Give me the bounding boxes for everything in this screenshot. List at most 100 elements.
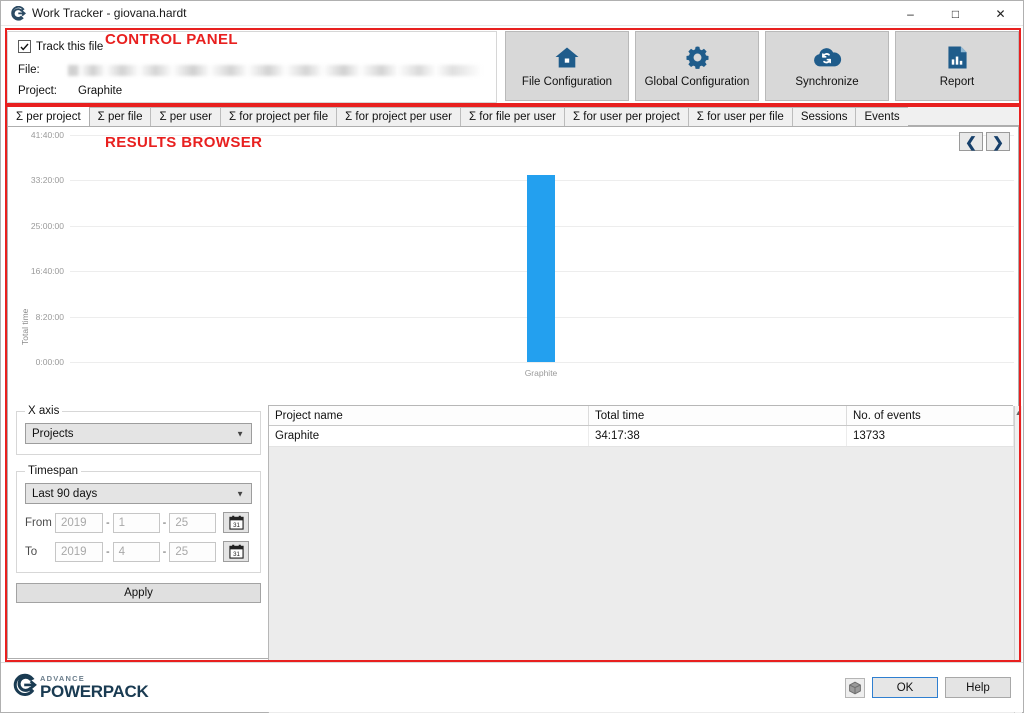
synchronize-button[interactable]: Synchronize [765,31,889,101]
from-date-row: From 2019 - 1 - 25 31 [25,512,252,533]
from-day-input[interactable]: 25 [169,512,217,533]
tab-label: Σ for project per file [228,111,329,123]
to-date-row: To 2019 - 4 - 25 31 [25,541,252,562]
tab-for-file-per-user[interactable]: Σ for file per user [459,107,565,126]
to-month-input[interactable]: 4 [112,541,160,562]
file-path-redacted [68,65,486,76]
tab-label: Σ per user [159,111,212,123]
file-row: File: [18,64,486,76]
tab-for-user-per-project[interactable]: Σ for user per project [563,107,689,126]
prev-chart-button[interactable]: ❮ [959,132,983,151]
track-this-file-label: Track this file [36,40,104,53]
timespan-group: Timespan Last 90 days ▼ From 2019 - 1 - … [16,465,261,573]
table-rows: Graphite 34:17:38 13733 [269,426,1014,447]
tab-label: Σ per file [97,111,143,123]
tab-for-user-per-file[interactable]: Σ for user per file [687,107,793,126]
x-axis-selected-value: Projects [32,427,74,440]
table-cell: 13733 [847,426,1014,446]
track-this-file-checkbox[interactable] [18,40,31,53]
date-separator: - [162,516,167,529]
apply-button[interactable]: Apply [16,583,261,603]
to-year-input[interactable]: 2019 [55,541,103,562]
minimize-button[interactable]: – [888,1,933,26]
bar-category-label: Graphite [524,368,558,378]
synchronize-label: Synchronize [795,76,859,88]
tab-per-project[interactable]: Σ per project [7,106,90,126]
tab-strip: Σ per project Σ per file Σ per user Σ for p… [7,106,1019,127]
table-cell: 34:17:38 [589,426,847,446]
project-row: Project: Graphite [18,85,486,97]
chevron-down-icon: ▼ [236,489,244,498]
tab-per-file[interactable]: Σ per file [88,107,152,126]
report-chart-icon [947,44,968,70]
cloud-sync-icon [812,44,842,70]
tab-label: Σ per project [16,110,81,123]
table-column-header[interactable]: No. of events [847,406,1014,425]
from-calendar-button[interactable]: 31 [223,512,250,533]
tab-per-user[interactable]: Σ per user [150,107,221,126]
x-axis-legend: X axis [28,405,60,417]
tab-label: Σ for project per user [345,111,452,123]
file-configuration-button[interactable]: File Configuration [505,31,629,101]
title-bar: Work Tracker - giovana.hardt – □ ✕ [1,1,1023,26]
tab-label: Events [864,111,900,123]
global-configuration-button[interactable]: Global Configuration [635,31,759,101]
from-month-input[interactable]: 1 [112,512,160,533]
toolbar-buttons: File Configuration Global Configuration [505,31,1019,103]
timespan-select[interactable]: Last 90 days ▼ [25,483,252,504]
y-axis-tick-label: 33:20:00 [30,175,64,186]
scroll-up-button[interactable]: ▲ [1015,406,1022,420]
svg-text:31: 31 [233,522,240,529]
svg-text:31: 31 [233,551,240,558]
tab-label: Σ for file per user [468,111,556,123]
table-row[interactable]: Graphite 34:17:38 13733 [269,426,1014,447]
to-day-input[interactable]: 25 [169,541,217,562]
table-header: Project name Total time No. of events [269,406,1014,426]
report-button[interactable]: Report [895,31,1019,101]
tab-label: Σ for user per project [572,111,680,123]
from-year-input[interactable]: 2019 [55,512,103,533]
global-configuration-label: Global Configuration [644,76,750,88]
x-axis-group: X axis Projects ▼ [16,405,261,455]
results-browser-annotation: RESULTS BROWSER [105,134,263,151]
tab-sessions[interactable]: Sessions [791,107,857,126]
tab-panel-per-project: ❮ ❯ Total time 41:40:00 33:20:00 25:00:00 1… [7,127,1022,713]
g-logo-icon [7,2,29,24]
to-label: To [25,545,38,558]
powerpack-logo: ADVANCE POWERPACK [11,673,149,702]
to-calendar-button[interactable]: 31 [223,541,250,562]
tab-for-project-per-file[interactable]: Σ for project per file [219,107,338,126]
control-panel-annotation: CONTROL PANEL [105,31,238,48]
track-this-file-row[interactable]: Track this file [18,38,486,55]
home-icon [554,44,580,70]
y-axis-tick-label: 16:40:00 [30,266,64,277]
work-tracker-window: Work Tracker - giovana.hardt – □ ✕ Track… [0,0,1024,713]
package-icon[interactable] [845,677,865,698]
table-column-header[interactable]: Project name [269,406,589,425]
bar-series: Graphite [74,127,1008,389]
calendar-icon: 31 [229,544,244,559]
status-bar-actions: OK Help [845,677,1011,698]
ok-button[interactable]: OK [872,677,938,698]
help-button[interactable]: Help [945,677,1011,698]
next-chart-button[interactable]: ❯ [986,132,1010,151]
project-value: Graphite [78,85,123,97]
from-label: From [25,516,52,529]
date-separator: - [106,516,110,529]
table-column-header[interactable]: Total time [589,406,847,425]
x-axis-select[interactable]: Projects ▼ [25,423,252,444]
gear-icon [685,44,710,70]
close-button[interactable]: ✕ [978,1,1023,26]
maximize-button[interactable]: □ [933,1,978,26]
calendar-icon: 31 [229,515,244,530]
tab-for-project-per-user[interactable]: Σ for project per user [336,107,461,126]
tab-events[interactable]: Events [855,107,909,126]
report-label: Report [939,76,975,88]
logo-powerpack-text: POWERPACK [40,681,149,701]
date-separator: - [106,545,110,558]
timespan-selected-value: Last 90 days [32,487,98,500]
chevron-down-icon: ▼ [236,429,244,438]
y-axis-tick-label: 41:40:00 [30,130,64,140]
bar[interactable] [527,175,555,362]
window-title: Work Tracker - giovana.hardt [32,6,187,20]
